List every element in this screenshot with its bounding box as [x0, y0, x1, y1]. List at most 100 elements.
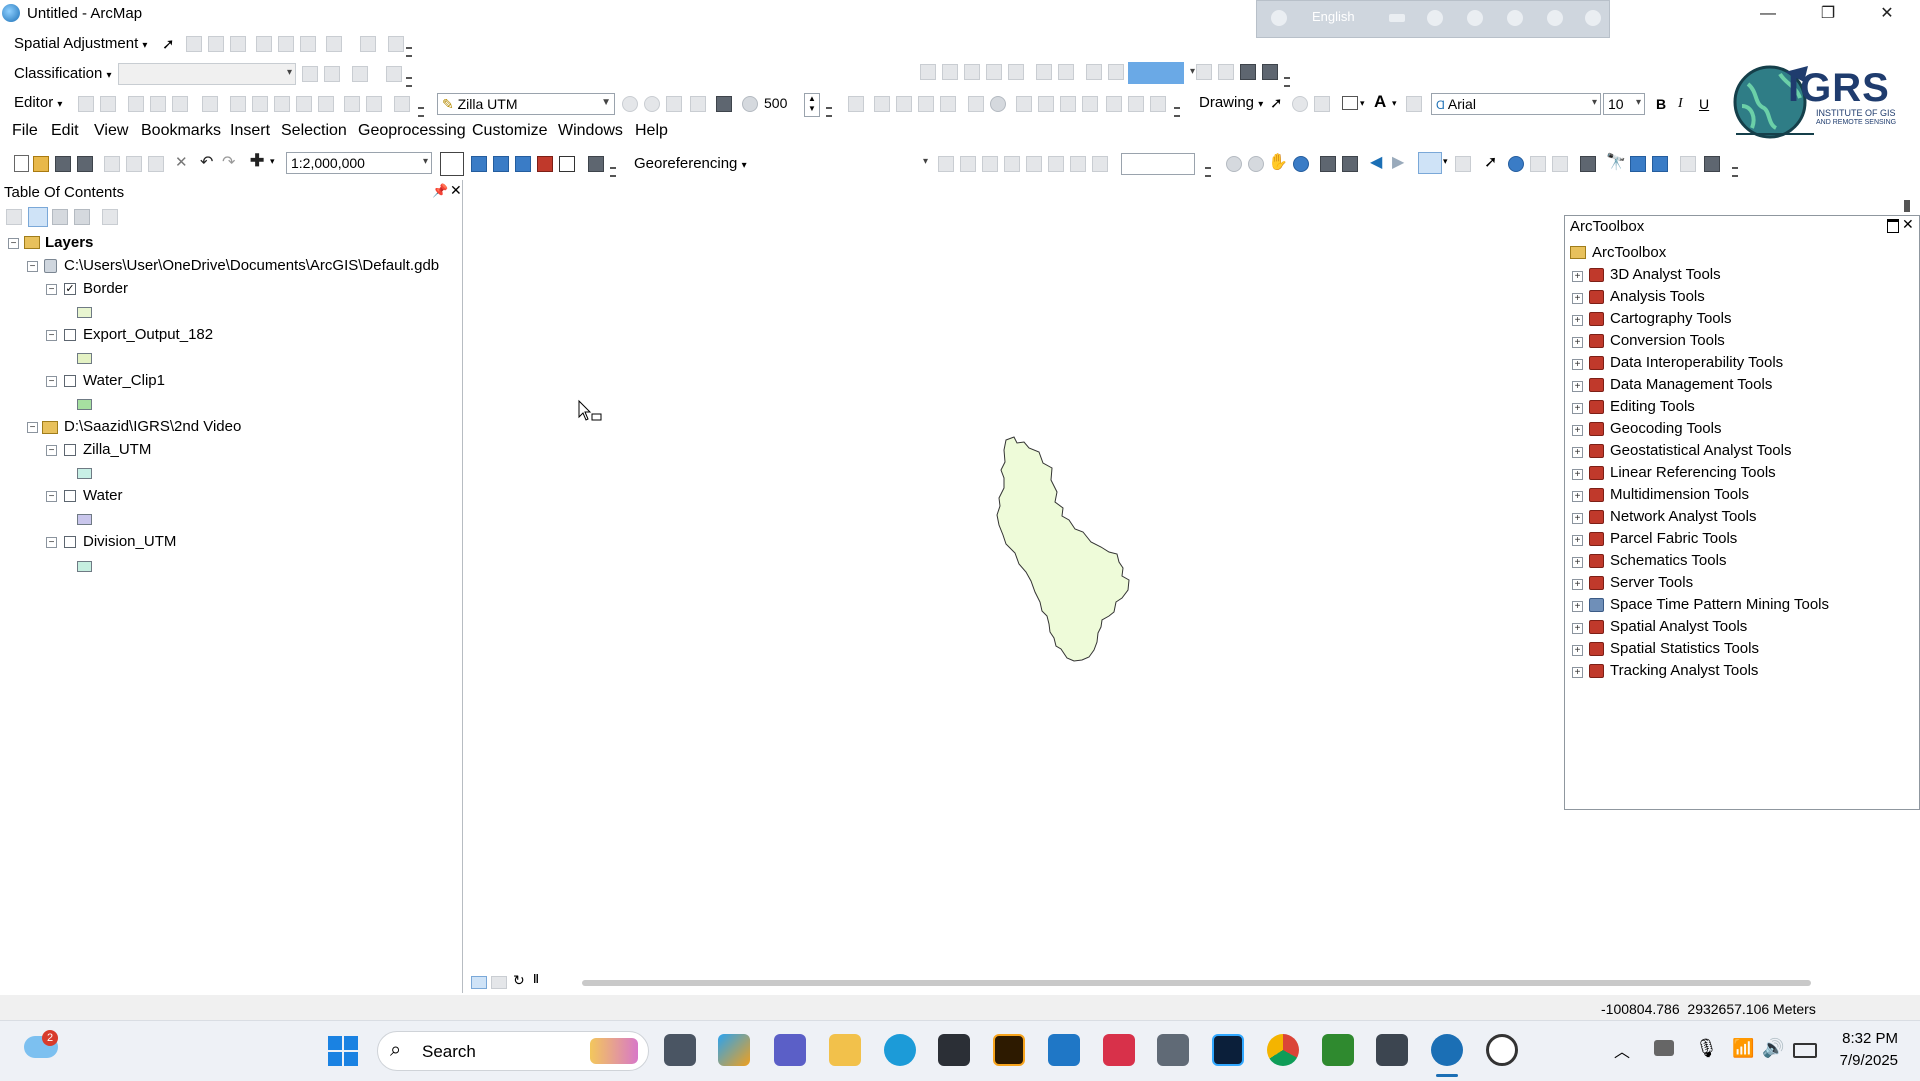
layer-visibility-checkbox[interactable] — [64, 375, 76, 387]
toolbox-item[interactable]: 3D Analyst Tools — [1610, 266, 1721, 283]
layer-symbol-swatch[interactable] — [77, 399, 92, 410]
georef-options-icon[interactable] — [1092, 156, 1108, 172]
data-view-icon[interactable] — [471, 976, 487, 989]
merge-icon[interactable] — [1038, 96, 1054, 112]
qgis-icon[interactable] — [1322, 1034, 1354, 1066]
table-of-contents-icon[interactable] — [471, 156, 487, 172]
edge-icon[interactable] — [884, 1034, 916, 1066]
add-data-dropdown[interactable]: ▾ — [270, 156, 275, 167]
layer-symbol-swatch[interactable] — [77, 514, 92, 525]
expand-toolbox-toggle[interactable]: + — [1572, 403, 1583, 414]
expand-toolbox-toggle[interactable]: + — [1572, 381, 1583, 392]
expand-layer-toggle[interactable]: − — [46, 376, 57, 387]
cut-icon[interactable] — [104, 156, 120, 172]
expand-layer-toggle[interactable]: − — [46, 284, 57, 295]
add-control-points-icon[interactable] — [1004, 156, 1020, 172]
data-driven-pages-icon[interactable] — [1262, 64, 1278, 80]
split-icon[interactable] — [1060, 96, 1076, 112]
copy-icon[interactable] — [126, 156, 142, 172]
district-polygon[interactable] — [996, 436, 1130, 662]
fix-tool-icon[interactable] — [1016, 96, 1032, 112]
tool-icon[interactable] — [1427, 10, 1443, 26]
taskbar-search-box[interactable]: ⌕ Search — [377, 1031, 649, 1071]
map-scale-combo[interactable]: 1:2,000,000 ▾ — [286, 152, 432, 174]
adjust-preview-icon[interactable] — [326, 36, 342, 52]
toolbox-item[interactable]: Tracking Analyst Tools — [1610, 662, 1758, 679]
create-viewer-icon[interactable] — [1704, 156, 1720, 172]
classification-menu[interactable]: Classification ▾ — [14, 65, 112, 82]
select-elements-arrow-icon[interactable]: ➚ — [1484, 152, 1497, 172]
layer-visibility-checkbox[interactable] — [64, 444, 76, 456]
photoshop-icon[interactable] — [1212, 1034, 1244, 1066]
view-link-table-icon[interactable] — [256, 36, 272, 52]
focus-data-frame-icon[interactable] — [1218, 64, 1234, 80]
zoom-100-icon[interactable] — [1008, 64, 1024, 80]
snipping-tool-icon[interactable] — [938, 1034, 970, 1066]
fixed-zoom-out-map-icon[interactable] — [1342, 156, 1358, 172]
find-icon[interactable]: 🔭 — [1606, 152, 1626, 172]
expand-toolbox-toggle[interactable]: + — [1572, 513, 1583, 524]
expand-layer-toggle[interactable]: − — [46, 445, 57, 456]
multi-link-icon[interactable] — [388, 36, 404, 52]
straight-segment-icon[interactable] — [128, 96, 144, 112]
toc-options-icon[interactable] — [102, 209, 118, 225]
clock-time[interactable]: 8:32 PM — [1838, 1030, 1898, 1047]
language-label[interactable]: English — [1312, 9, 1355, 24]
expand-toolbox-toggle[interactable]: + — [1572, 337, 1583, 348]
change-layout-icon[interactable] — [1240, 64, 1256, 80]
contrast-icon[interactable] — [622, 96, 638, 112]
toolbox-item[interactable]: Geostatistical Analyst Tools — [1610, 442, 1791, 459]
toolbox-item[interactable]: Analysis Tools — [1610, 288, 1705, 305]
expand-toolbox-toggle[interactable]: + — [1572, 359, 1583, 370]
expand-toolbox-toggle[interactable]: + — [1572, 623, 1583, 634]
chrome-icon[interactable] — [1267, 1034, 1299, 1066]
layer-symbol-swatch[interactable] — [77, 353, 92, 364]
cut-polygons-icon[interactable] — [274, 96, 290, 112]
pause-drawing-icon[interactable]: ǁ — [533, 972, 539, 986]
scroll-thumb[interactable] — [1904, 200, 1910, 212]
hyperlink-icon[interactable] — [1530, 156, 1546, 172]
edit-annotation-icon[interactable] — [100, 96, 116, 112]
expand-layer-toggle[interactable]: − — [46, 330, 57, 341]
pan-hand-icon[interactable]: ✋ — [1268, 152, 1288, 172]
start-windows-icon[interactable] — [328, 1036, 358, 1066]
toolbox-item[interactable]: Multidimension Tools — [1610, 486, 1749, 503]
rotate-icon[interactable] — [318, 96, 334, 112]
menu-customize[interactable]: Customize — [472, 122, 548, 140]
app-icon[interactable] — [1157, 1034, 1189, 1066]
classification-layer-combo[interactable]: ▾ — [118, 63, 296, 85]
refresh-icon[interactable]: ↻ — [513, 972, 525, 989]
microphone-icon[interactable]: 🎙 — [1695, 1038, 1718, 1059]
find-route-icon[interactable] — [1630, 156, 1646, 172]
copilot-icon[interactable] — [718, 1034, 750, 1066]
teams-icon[interactable] — [774, 1034, 806, 1066]
topology-edit-icon[interactable] — [848, 96, 864, 112]
edit-vertices-draw-icon[interactable] — [1406, 96, 1422, 112]
expand-toolbox-toggle[interactable]: + — [1572, 491, 1583, 502]
autocad-icon[interactable] — [1103, 1034, 1135, 1066]
link-tool-icon[interactable] — [208, 36, 224, 52]
keyboard-icon[interactable] — [1389, 14, 1405, 22]
topology-icon[interactable] — [1128, 96, 1144, 112]
layout-zoom-out-icon[interactable] — [942, 64, 958, 80]
menu-insert[interactable]: Insert — [230, 122, 270, 140]
list-by-drawing-order-icon[interactable] — [6, 209, 22, 225]
open-folder-icon[interactable] — [33, 156, 49, 172]
expand-toolbox-toggle[interactable]: + — [1572, 579, 1583, 590]
layer-name[interactable]: Division_UTM — [83, 533, 176, 550]
construct-features-icon[interactable] — [1106, 96, 1122, 112]
print-icon[interactable] — [77, 156, 93, 172]
flicker-icon[interactable] — [690, 96, 706, 112]
expand-group-toggle[interactable]: − — [27, 261, 38, 272]
undo-icon[interactable]: ↶ — [200, 152, 213, 172]
info-icon[interactable] — [1585, 10, 1601, 26]
toolbox-item[interactable]: Cartography Tools — [1610, 310, 1731, 327]
layer-combo[interactable]: ✎ Zilla UTM ▼ — [437, 93, 615, 115]
wifi-icon[interactable]: 📶 — [1732, 1038, 1754, 1059]
maximize-panel-icon[interactable] — [1887, 219, 1899, 233]
font-combo[interactable]: Ɑ Arial ▾ — [1431, 93, 1601, 115]
layer-visibility-checkbox[interactable] — [64, 329, 76, 341]
expand-group-toggle[interactable]: − — [27, 422, 38, 433]
fixed-zoom-in-icon[interactable] — [1036, 64, 1052, 80]
expand-layer-toggle[interactable]: − — [46, 537, 57, 548]
